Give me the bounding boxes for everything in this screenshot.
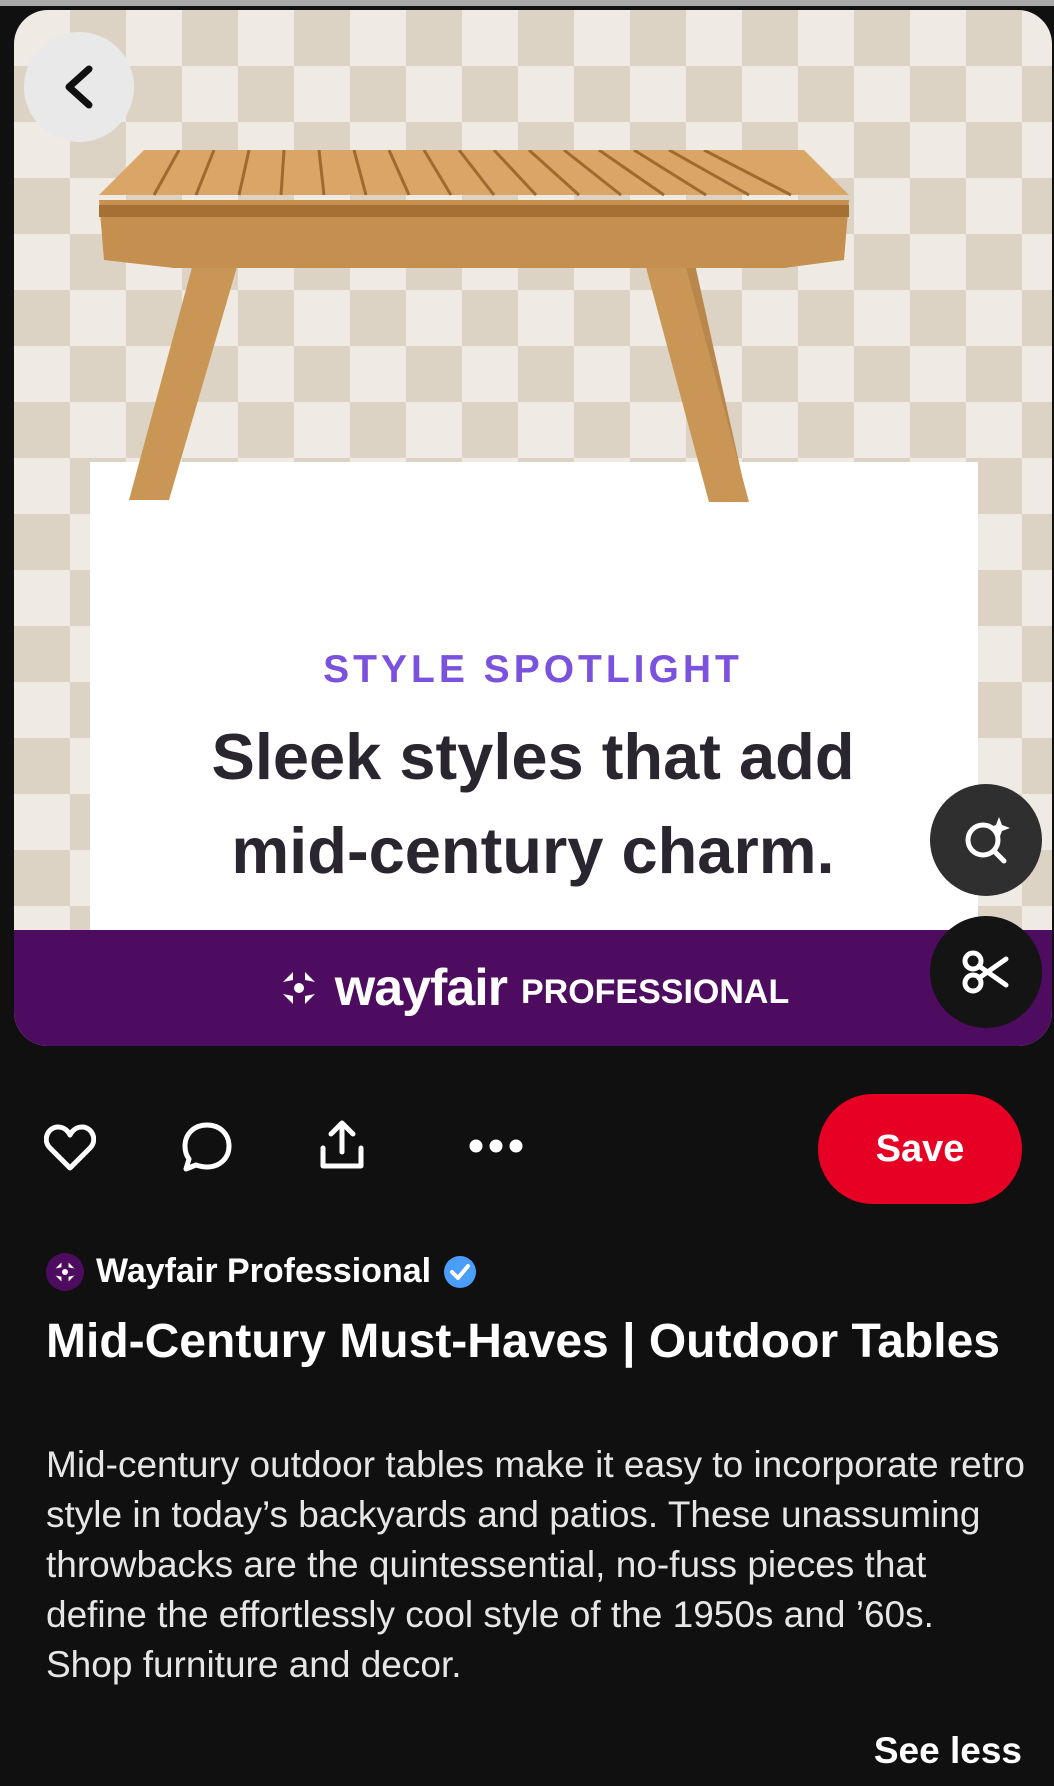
scissors-icon	[962, 950, 1009, 994]
comment-icon	[182, 1122, 232, 1172]
image-headline-line1: Sleek styles that add	[211, 720, 855, 793]
outdoor-table-image	[99, 150, 849, 502]
more-icon	[469, 1139, 523, 1153]
like-button[interactable]	[42, 1120, 98, 1176]
image-headline-line2: mid-century charm.	[231, 814, 835, 887]
comment-button[interactable]	[178, 1118, 236, 1176]
see-less-link[interactable]: See less	[874, 1730, 1022, 1772]
brand-logo-text: wayfair	[334, 959, 508, 1017]
pin-description: Mid-century outdoor tables make it easy …	[46, 1444, 1025, 1685]
more-button[interactable]	[466, 1126, 526, 1166]
pin-detail-screen: STYLE SPOTLIGHT Sleek styles that add mi…	[0, 6, 1054, 1786]
cutout-button[interactable]	[930, 916, 1042, 1028]
heart-icon	[44, 1124, 96, 1171]
pin-actions-bar: Save	[0, 1086, 1054, 1206]
creator-row[interactable]: Wayfair Professional	[46, 1252, 477, 1291]
visual-search-button[interactable]	[930, 784, 1042, 896]
creator-name[interactable]: Wayfair Professional	[96, 1252, 431, 1291]
image-kicker: STYLE SPOTLIGHT	[323, 648, 743, 691]
image-headline: Sleek styles that add mid-century charm.	[14, 710, 1052, 898]
pin-title: Mid-Century Must-Haves | Outdoor Tables	[46, 1315, 1000, 1368]
back-button[interactable]	[24, 32, 134, 142]
avatar[interactable]	[46, 1252, 84, 1291]
share-icon	[320, 1120, 364, 1169]
wayfair-logo-icon	[282, 972, 315, 1004]
wayfair-avatar-icon	[55, 1262, 75, 1281]
chevron-left-icon	[65, 65, 93, 109]
share-button[interactable]	[314, 1116, 370, 1174]
brand-banner: wayfair PROFESSIONAL	[14, 930, 1052, 1046]
pin-image[interactable]: STYLE SPOTLIGHT Sleek styles that add mi…	[14, 10, 1052, 1046]
visual-search-icon	[965, 817, 1010, 864]
save-button[interactable]: Save	[818, 1094, 1022, 1204]
brand-suffix: PROFESSIONAL	[520, 972, 790, 1011]
verified-badge-icon	[444, 1255, 477, 1288]
